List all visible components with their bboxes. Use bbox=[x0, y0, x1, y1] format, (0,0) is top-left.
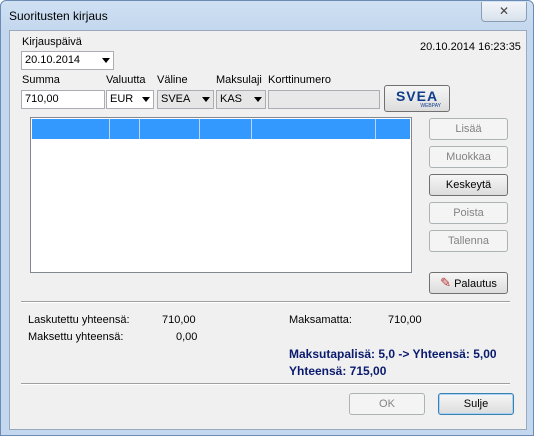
table-row[interactable] bbox=[32, 119, 410, 139]
unpaid-label: Maksamatta: bbox=[289, 314, 352, 326]
add-button[interactable]: Lisää bbox=[429, 118, 508, 140]
chevron-down-icon[interactable] bbox=[254, 97, 262, 102]
date-value: 20.10.2014 bbox=[25, 54, 81, 66]
edit-button[interactable]: Muokkaa bbox=[429, 146, 508, 168]
dialog-client-area: Kirjauspäivä 20.10.2014 20.10.2014 16:23… bbox=[9, 30, 527, 430]
chevron-down-icon[interactable] bbox=[202, 97, 210, 102]
currency-select[interactable]: EUR bbox=[106, 90, 154, 109]
payments-table[interactable] bbox=[30, 117, 412, 273]
refund-label: Palautus bbox=[454, 278, 497, 290]
svea-button[interactable]: SVEA WEBPAY bbox=[384, 85, 450, 112]
invoiced-total-label: Laskutettu yhteensä: bbox=[28, 314, 130, 326]
method-value: KAS bbox=[220, 93, 243, 105]
pencil-icon: ✎ bbox=[440, 275, 452, 290]
refund-button[interactable]: ✎ Palautus bbox=[429, 272, 508, 294]
date-label: Kirjauspäivä bbox=[22, 36, 82, 48]
save-button[interactable]: Tallenna bbox=[429, 230, 508, 252]
close-button[interactable]: Sulje bbox=[438, 393, 514, 415]
paid-total-value: 0,00 bbox=[176, 331, 198, 343]
delete-button[interactable]: Poista bbox=[429, 202, 508, 224]
timestamp: 20.10.2014 16:23:35 bbox=[420, 41, 521, 53]
window-title: Suoritusten kirjaus bbox=[9, 9, 108, 23]
invoiced-total-value: 710,00 bbox=[162, 314, 196, 326]
chevron-down-icon[interactable] bbox=[102, 58, 110, 63]
unpaid-value: 710,00 bbox=[388, 314, 422, 326]
medium-value: SVEA bbox=[161, 93, 191, 105]
date-picker[interactable]: 20.10.2014 bbox=[21, 51, 114, 70]
currency-label: Valuutta bbox=[106, 74, 146, 86]
medium-select[interactable]: SVEA bbox=[157, 90, 214, 109]
ok-button[interactable]: OK bbox=[349, 393, 425, 415]
medium-label: Väline bbox=[157, 74, 188, 86]
chevron-down-icon[interactable] bbox=[142, 97, 150, 102]
dialog-window: Suoritusten kirjaus ✕ Kirjauspäivä 20.10… bbox=[0, 0, 534, 436]
card-number-input[interactable] bbox=[268, 90, 380, 109]
svea-logo-icon: SVEA bbox=[395, 88, 439, 104]
method-label: Maksulaji bbox=[216, 74, 262, 86]
currency-value: EUR bbox=[110, 93, 134, 105]
abort-button[interactable]: Keskeytä bbox=[429, 174, 508, 196]
close-icon[interactable]: ✕ bbox=[481, 2, 527, 22]
divider bbox=[21, 301, 510, 303]
divider bbox=[21, 383, 510, 385]
paid-total-label: Maksettu yhteensä: bbox=[28, 331, 124, 343]
grand-total-text: Yhteensä: 715,00 bbox=[289, 364, 387, 378]
sum-label: Summa bbox=[22, 74, 60, 86]
card-label: Korttinumero bbox=[268, 74, 331, 86]
surcharge-text: Maksutapalisä: 5,0 -> Yhteensä: 5,00 bbox=[289, 347, 497, 361]
sum-input[interactable]: 710,00 bbox=[21, 90, 105, 109]
method-select[interactable]: KAS bbox=[216, 90, 266, 109]
